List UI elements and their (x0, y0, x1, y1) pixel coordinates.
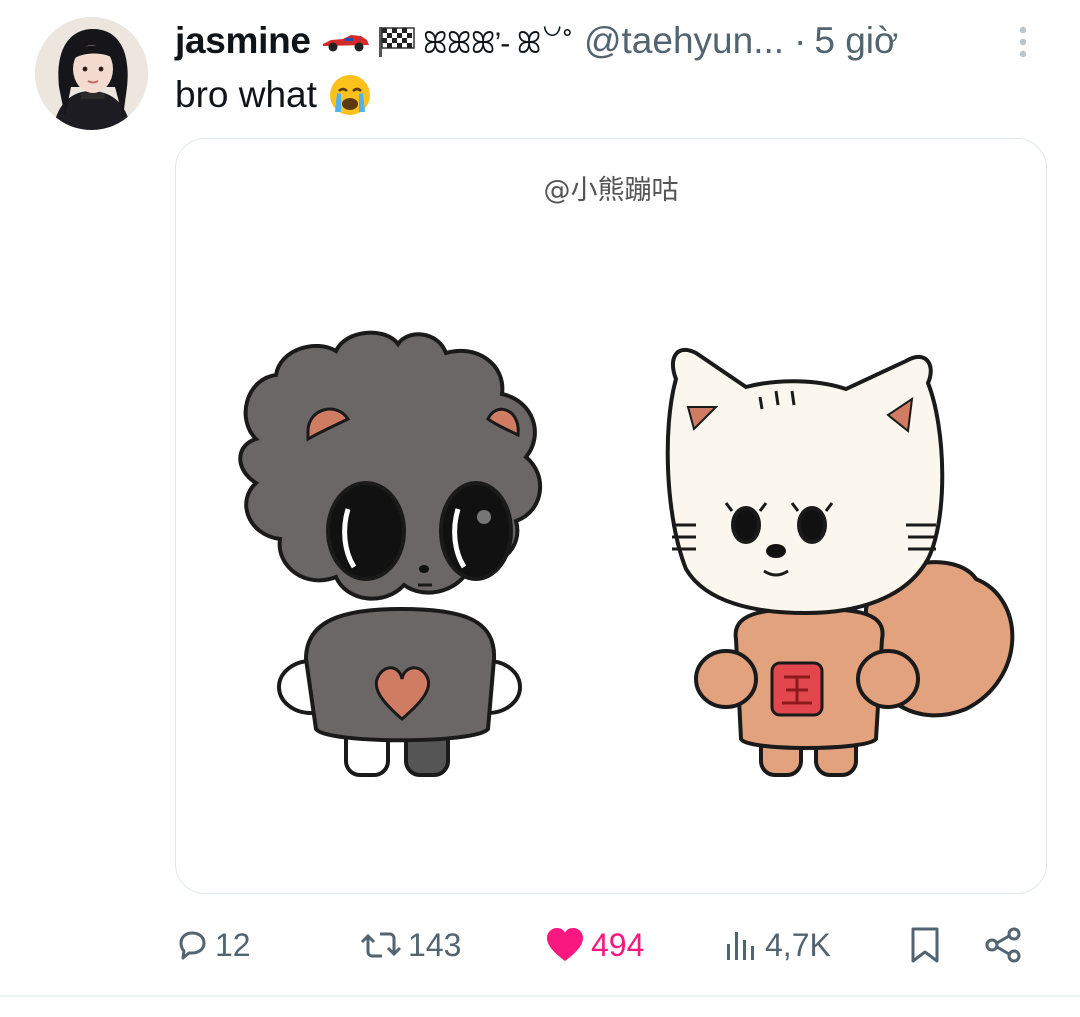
name-emojis (321, 25, 417, 57)
tweet-actions: 12 143 494 4,7K (175, 918, 1035, 972)
retweet-button[interactable]: 143 (360, 918, 461, 972)
bookmark-icon (911, 927, 939, 963)
like-count: 494 (591, 926, 645, 963)
illustration-image: @小熊蹦咕 (238, 175, 1015, 777)
views-icon (727, 932, 754, 960)
view-count: 4,7K (765, 926, 831, 963)
retweet-icon (360, 932, 402, 958)
more-options-button[interactable] (1013, 22, 1033, 62)
dog-character (238, 330, 543, 777)
more-options-icon (1019, 26, 1027, 58)
checkered-flag-icon (378, 27, 415, 57)
cat-character (665, 348, 1015, 777)
like-button[interactable]: 494 (545, 918, 644, 972)
timestamp[interactable]: 5 giờ (814, 20, 898, 62)
crying-face-icon (329, 75, 370, 115)
like-icon (547, 928, 583, 961)
tweet-divider (0, 995, 1080, 997)
share-icon (985, 927, 1021, 963)
watermark-text: @小熊蹦咕 (544, 175, 679, 206)
tweet-header: jasmine ꕤꕤꕤ’- ꕤ꒡˚ @taehyun... · 5 giờ (175, 16, 898, 66)
reply-count: 12 (215, 926, 251, 963)
reply-icon (179, 931, 206, 960)
bookmark-button[interactable] (908, 918, 942, 972)
avatar-image (35, 17, 148, 130)
name-decoration: ꕤꕤꕤ’- ꕤ꒡˚ (422, 26, 573, 60)
tweet-body: bro what (175, 74, 317, 115)
tweet-text: bro what (175, 72, 373, 118)
display-name[interactable]: jasmine (175, 20, 311, 62)
avatar[interactable] (35, 17, 148, 130)
user-handle[interactable]: @taehyun... (584, 20, 784, 62)
tweet-media[interactable]: @小熊蹦咕 (175, 138, 1047, 894)
separator-dot: · (794, 20, 807, 61)
race-car-icon (322, 35, 369, 52)
reply-button[interactable]: 12 (175, 918, 251, 972)
share-button[interactable] (983, 918, 1023, 972)
views-button[interactable]: 4,7K (723, 918, 831, 972)
retweet-count: 143 (408, 926, 462, 963)
